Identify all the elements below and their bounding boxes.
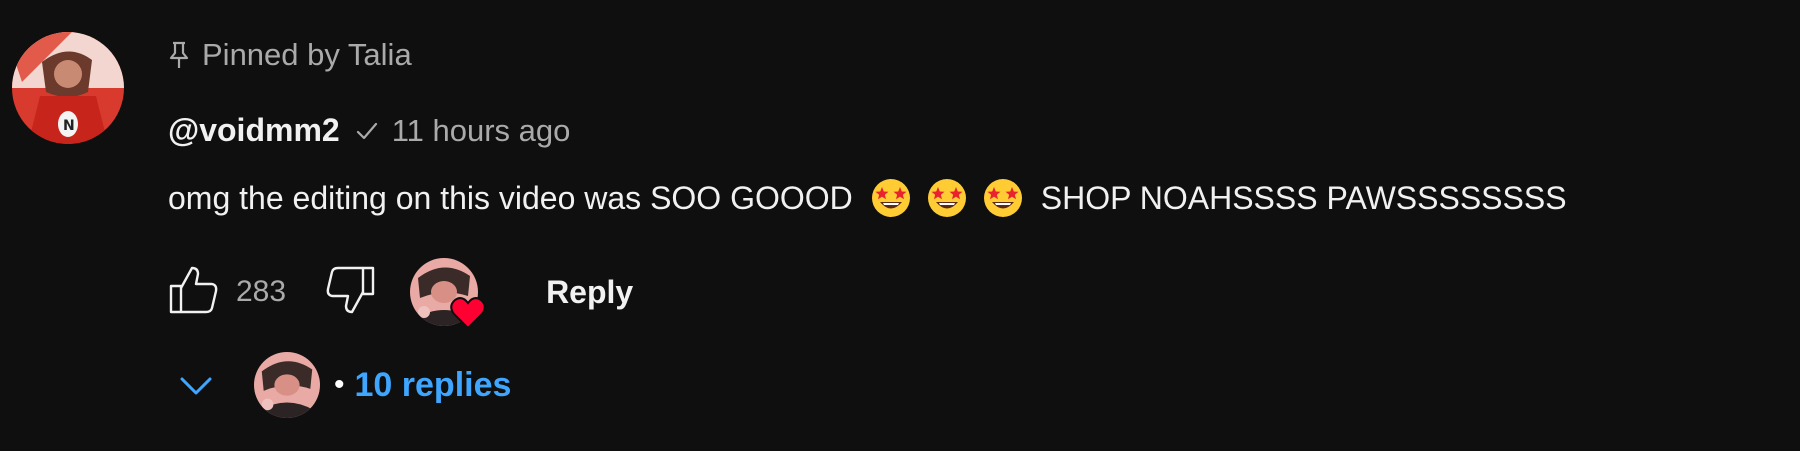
thumbs-up-icon [168,264,220,321]
like-button[interactable] [168,266,220,318]
chevron-down-icon [176,365,216,405]
reply-button[interactable]: Reply [546,274,633,311]
comment-timestamp[interactable]: 11 hours ago [392,113,571,149]
thumbs-down-icon [324,264,376,321]
like-count: 283 [236,275,287,308]
star-struck-emoji [982,177,1024,219]
separator-dot: • [334,368,345,401]
emoji-group [865,177,1029,219]
svg-text:N: N [63,118,75,134]
author-avatar[interactable]: N [12,32,124,144]
comment-text: omg the editing on this video was SOO GO… [168,177,1567,219]
comment-text-part-1: omg the editing on this video was SOO GO… [168,179,853,216]
star-struck-emoji [870,177,912,219]
comment-actions: 283 Reply [168,258,633,330]
replier-avatar [254,352,320,418]
replies-count-label[interactable]: 10 replies [355,366,512,405]
pinned-label: Pinned by Talia [202,37,412,72]
comment-text-part-2: SHOP NOAHSSSS PAWSSSSSSSS [1040,179,1567,216]
author-name[interactable]: @voidmm2 [168,112,340,149]
dislike-button[interactable] [324,266,376,318]
pinned-indicator: Pinned by Talia [168,37,412,73]
star-struck-emoji [926,177,968,219]
comment-thread: N Pinned by Talia @voidmm2 11 hours ago [0,0,1800,451]
heart-icon [450,296,486,330]
view-replies-button[interactable]: • 10 replies [176,352,511,418]
creator-heart [410,258,486,330]
check-icon [354,118,380,144]
pin-icon [168,40,190,70]
author-line: @voidmm2 11 hours ago [168,112,570,149]
